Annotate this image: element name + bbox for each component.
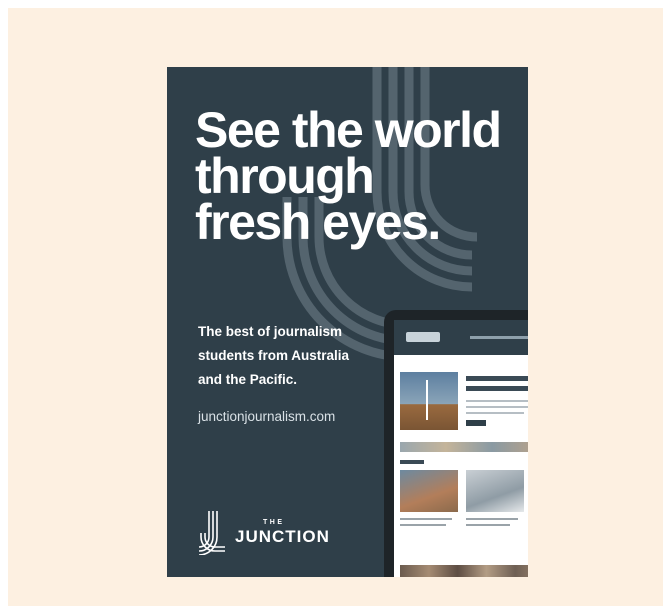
tagline-line: The best of journalism — [198, 324, 343, 339]
advertisement-banner[interactable]: See the world through fresh eyes. The be… — [167, 67, 528, 577]
screen-hero-text — [466, 406, 528, 408]
screen-hero-text — [466, 400, 528, 402]
tablet-mockup — [384, 310, 528, 577]
screen-card-image — [466, 470, 524, 512]
screen-hero-title — [466, 386, 528, 391]
tagline-line: and the Pacific. — [198, 372, 298, 387]
screen-image-strip — [400, 442, 528, 452]
the-junction-logo[interactable]: THE JUNCTION — [195, 507, 329, 555]
screen-card-text — [466, 518, 518, 520]
screen-card-text — [466, 524, 510, 526]
screen-hero-image — [400, 372, 458, 430]
tagline: The best of journalism students from Aus… — [198, 320, 373, 392]
tagline-line: students from Australia — [198, 348, 350, 363]
headline-line: See the world — [195, 102, 502, 158]
screen-hero-button — [466, 420, 486, 426]
logo-the-text: THE — [263, 519, 285, 526]
logo-name-text: JUNCTION — [235, 527, 330, 546]
screen-nav — [470, 336, 528, 339]
website-link[interactable]: junctionjournalism.com — [198, 409, 335, 424]
headline-line: through — [195, 148, 375, 204]
screen-logo — [406, 332, 440, 342]
screen-hero-title — [466, 376, 528, 381]
page-frame: See the world through fresh eyes. The be… — [8, 8, 663, 606]
screen-hero-mast — [426, 380, 428, 420]
headline-line: fresh eyes. — [195, 194, 441, 250]
screen-hero-text — [466, 412, 524, 414]
screen-card-text — [400, 518, 452, 520]
headline: See the world through fresh eyes. — [195, 102, 515, 250]
screen-thumbnail-row — [400, 565, 528, 577]
screen-section-label — [400, 460, 424, 464]
junction-lines-icon — [198, 511, 225, 555]
tablet-screen — [394, 320, 528, 577]
screen-card-text — [400, 524, 446, 526]
screen-card-image — [400, 470, 458, 512]
